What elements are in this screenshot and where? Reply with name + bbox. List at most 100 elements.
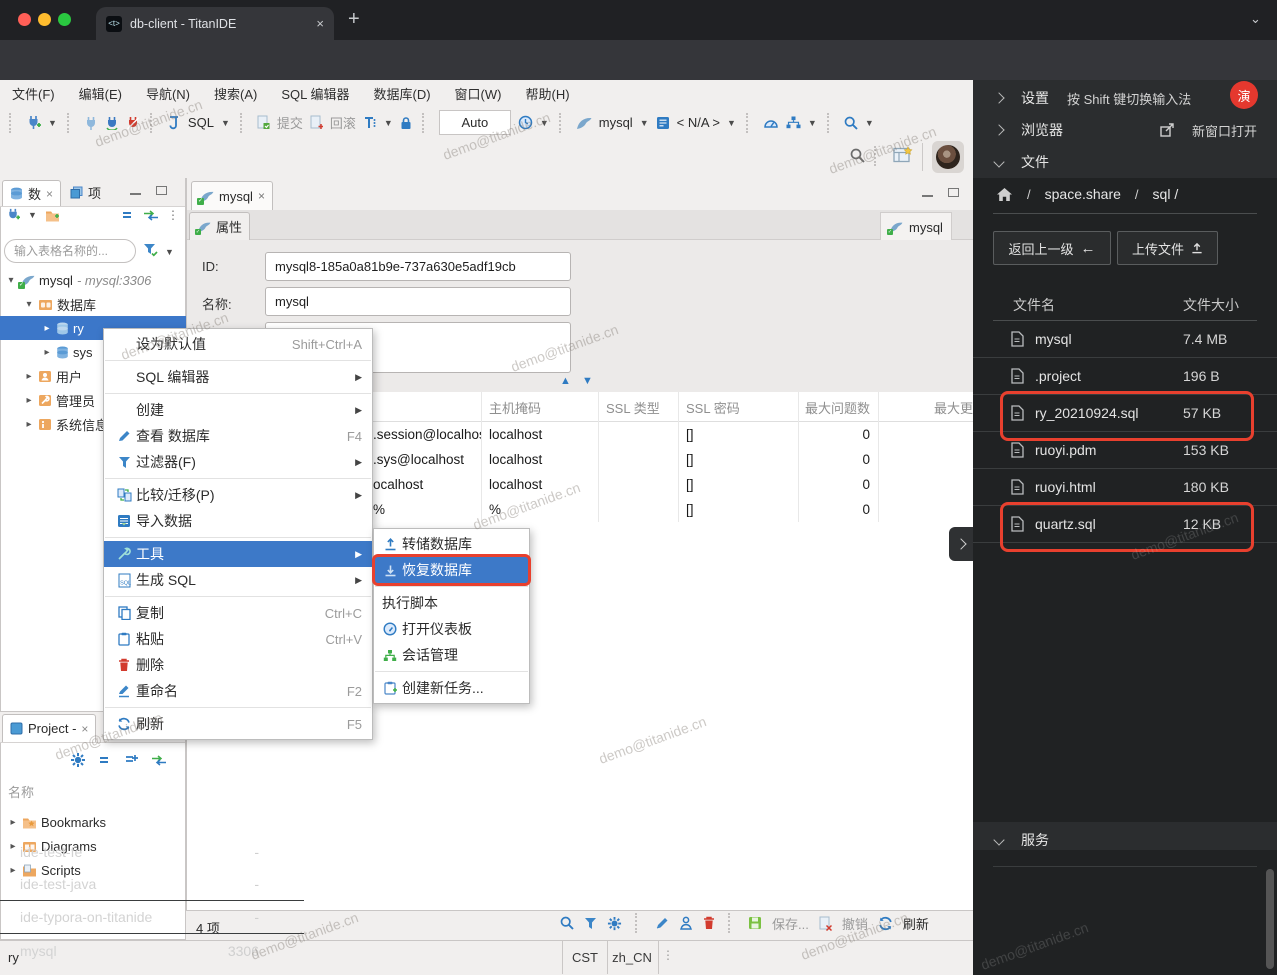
menu-item-copy[interactable]: 复制 Ctrl+C xyxy=(104,600,372,626)
connection-dropdown-icon[interactable]: ▼ xyxy=(640,118,649,128)
schema-dropdown-label[interactable]: < N/A > xyxy=(677,115,720,130)
collapse-all-icon[interactable] xyxy=(122,210,135,220)
tab-editor-mysql[interactable]: ✓ mysql × xyxy=(191,181,273,210)
file-row-quartz-sql[interactable]: quartz.sql 12 KB xyxy=(973,506,1277,543)
dashboard-gauge-icon[interactable] xyxy=(763,116,779,130)
grid-cell[interactable]: localhost xyxy=(489,422,597,447)
menu-database[interactable]: 数据库(D) xyxy=(374,84,431,103)
tab-projects[interactable]: 项 xyxy=(70,183,101,202)
transaction-dropdown-icon[interactable]: ▼ xyxy=(384,118,393,128)
upload-file-button[interactable]: 上传文件 xyxy=(1117,231,1218,265)
menu-item-refresh[interactable]: 刷新 F5 xyxy=(104,711,372,737)
menu-item-generate-sql[interactable]: SQL 生成 SQL ▶ xyxy=(104,567,372,593)
schema-dropdown-icon[interactable]: ▼ xyxy=(727,118,736,128)
reconnect-icon[interactable] xyxy=(105,116,119,130)
nav-new-connection-icon[interactable] xyxy=(6,208,20,222)
menu-item-filter[interactable]: 过滤器(F) ▶ xyxy=(104,449,372,475)
menu-window[interactable]: 窗口(W) xyxy=(455,84,502,103)
menu-navigate[interactable]: 导航(N) xyxy=(146,84,190,103)
menu-item-import-data[interactable]: 导入数据 xyxy=(104,508,372,534)
submenu-item-dump-database[interactable]: 转储数据库 xyxy=(374,531,529,557)
save-label[interactable]: 保存... xyxy=(772,914,809,933)
menu-file[interactable]: 文件(F) xyxy=(12,84,55,103)
menu-item-tools[interactable]: 工具 ▶ xyxy=(104,541,372,567)
grid-col-maxupdates[interactable]: 最大更 xyxy=(878,392,973,422)
grid-cell[interactable]: localhost xyxy=(489,472,597,497)
expand-arrow-icon[interactable]: ▾ xyxy=(24,299,34,310)
mysql-dolphin-icon[interactable] xyxy=(576,116,592,130)
auto-commit-box[interactable]: Auto xyxy=(438,110,511,135)
grid-search-icon[interactable] xyxy=(560,916,574,930)
user-avatar[interactable] xyxy=(932,141,964,173)
menu-item-paste[interactable]: 粘贴 Ctrl+V xyxy=(104,626,372,652)
tab-close-icon[interactable]: × xyxy=(46,187,53,201)
grid-cell[interactable]: 0 xyxy=(798,497,870,522)
connect-icon[interactable] xyxy=(84,116,98,130)
statusbar-kebab-icon[interactable]: ⋮ xyxy=(662,948,674,962)
file-row-ruoyi-html[interactable]: ruoyi.html 180 KB xyxy=(973,469,1277,506)
collapse-arrow-icon[interactable]: ▸ xyxy=(24,419,34,430)
grid-cell[interactable]: 0 xyxy=(798,472,870,497)
file-row-ruoyi-pdm[interactable]: ruoyi.pdm 153 KB xyxy=(973,432,1277,469)
file-row-mysql[interactable]: mysql 7.4 MB xyxy=(973,321,1277,358)
collapse-arrow-icon[interactable]: ▸ xyxy=(24,395,34,406)
grid-cell[interactable]: [] xyxy=(686,472,786,497)
breadcrumb-sql[interactable]: sql / xyxy=(1153,186,1179,202)
menu-sql-editor[interactable]: SQL 编辑器 xyxy=(281,84,349,103)
maximize-editor-icon[interactable] xyxy=(948,188,959,197)
open-new-window-label[interactable]: 新窗口打开 xyxy=(1192,121,1257,140)
sql-dropdown-label[interactable]: SQL xyxy=(188,115,214,130)
breadcrumb-space-share[interactable]: space.share xyxy=(1045,186,1121,202)
submenu-item-execute-script[interactable]: 执行脚本 xyxy=(374,590,529,616)
tab-close-icon[interactable]: × xyxy=(316,16,324,31)
quick-search-icon[interactable] xyxy=(850,148,865,163)
topology-dropdown-icon[interactable]: ▼ xyxy=(808,118,817,128)
minimize-window-button[interactable] xyxy=(38,13,51,26)
open-new-window-icon[interactable] xyxy=(1160,123,1174,137)
filter-dropdown-icon[interactable]: ▼ xyxy=(165,247,174,257)
expand-section-icon[interactable]: ▼ xyxy=(582,375,593,387)
menu-item-create[interactable]: 创建 ▶ xyxy=(104,397,372,423)
toolbar-search-dropdown-icon[interactable]: ▼ xyxy=(865,118,874,128)
collapsed-panel-handle[interactable] xyxy=(949,527,973,561)
menu-search[interactable]: 搜索(A) xyxy=(214,84,257,103)
tree-item-bookmarks[interactable]: ▸ Bookmarks xyxy=(0,810,186,834)
commit-icon[interactable] xyxy=(257,115,270,130)
file-row-project[interactable]: .project 196 B xyxy=(973,358,1277,395)
collapse-arrow-icon[interactable]: ▸ xyxy=(42,323,52,334)
save-disk-icon[interactable] xyxy=(748,916,762,930)
topology-icon[interactable] xyxy=(786,116,801,129)
menu-item-view-database[interactable]: 查看 数据库 F4 xyxy=(104,423,372,449)
sidebar-section-settings[interactable]: 设置 按 Shift 键切换输入法 xyxy=(993,88,1191,108)
tab-close-icon[interactable]: × xyxy=(258,189,265,203)
perspective-icon[interactable] xyxy=(893,146,913,164)
id-field[interactable] xyxy=(265,252,571,281)
submenu-item-restore-database[interactable]: 恢复数据库 xyxy=(372,554,531,586)
rollback-icon[interactable] xyxy=(310,115,323,130)
add-user-icon[interactable] xyxy=(679,916,693,930)
grid-cell[interactable]: [] xyxy=(686,447,786,472)
rollback-label[interactable]: 回滚 xyxy=(330,113,356,132)
subtab-properties[interactable]: ✓ 属性 xyxy=(189,212,251,240)
service-row-ide-typora[interactable]: ide-typora-on-titanide - xyxy=(0,901,304,934)
connection-dropdown-label[interactable]: mysql xyxy=(599,115,633,130)
history-dropdown-icon[interactable]: ▼ xyxy=(540,118,549,128)
tab-close-icon[interactable]: × xyxy=(81,722,88,736)
maximize-window-button[interactable] xyxy=(58,13,71,26)
menu-item-delete[interactable]: 删除 xyxy=(104,652,372,678)
toolbar-search-icon[interactable] xyxy=(844,116,858,130)
timezone-cell[interactable]: CST xyxy=(562,940,608,974)
menu-help[interactable]: 帮助(H) xyxy=(525,84,569,103)
service-row-ide-test-fe[interactable]: ide-test-fe - xyxy=(0,835,304,868)
commit-label[interactable]: 提交 xyxy=(277,113,303,132)
sql-dropdown-icon[interactable]: ▼ xyxy=(221,118,230,128)
nav-new-folder-icon[interactable] xyxy=(45,209,60,222)
grid-cell[interactable]: 0 xyxy=(798,422,870,447)
history-clock-icon[interactable] xyxy=(518,115,533,130)
project-link-icon[interactable] xyxy=(151,754,167,766)
home-icon[interactable] xyxy=(996,187,1013,202)
project-collapse-icon[interactable] xyxy=(99,755,112,765)
grid-cell[interactable]: % xyxy=(489,497,597,522)
menu-item-rename[interactable]: 重命名 F2 xyxy=(104,678,372,704)
menu-edit[interactable]: 编辑(E) xyxy=(79,84,122,103)
